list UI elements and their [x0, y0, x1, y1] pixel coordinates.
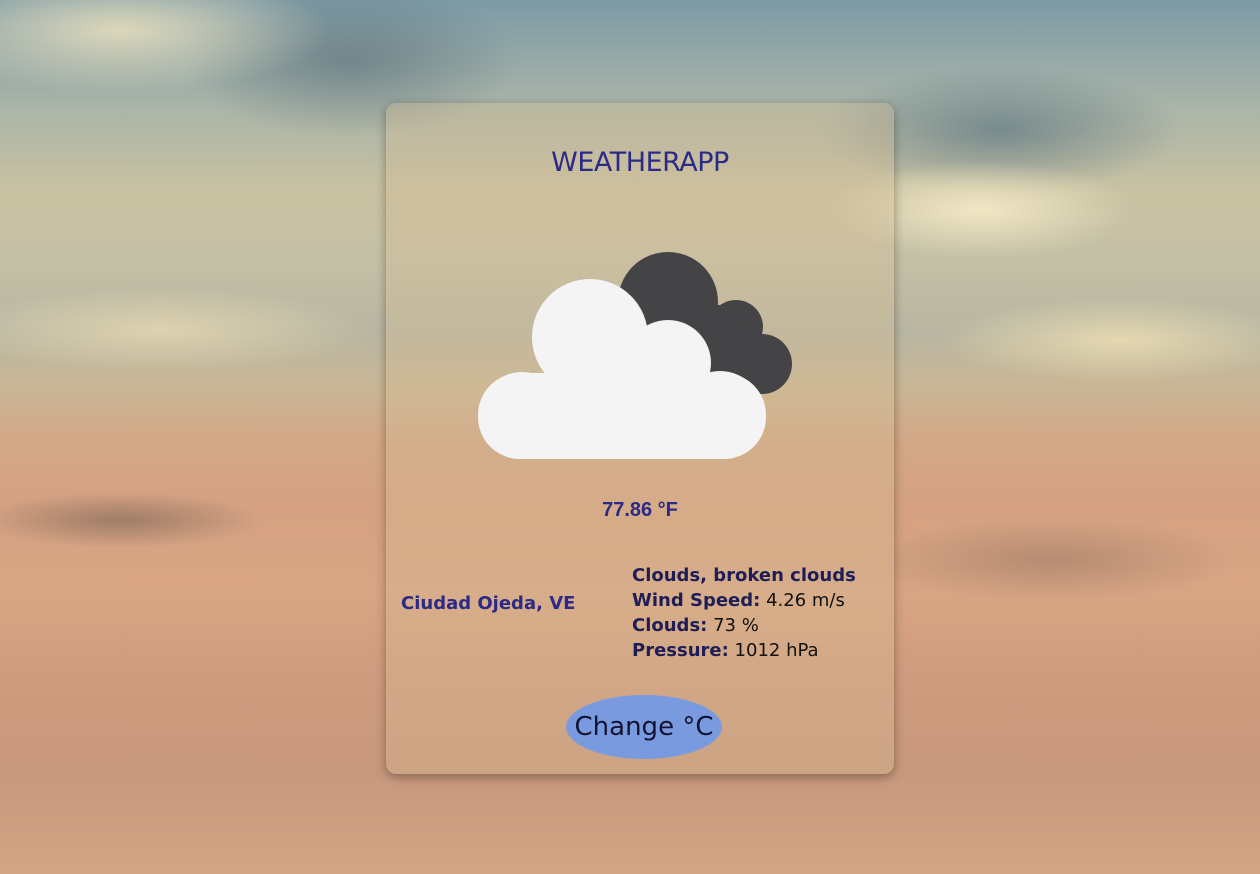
- wind-speed-label: Wind Speed:: [632, 590, 761, 611]
- pressure-value: 1012 hPa: [734, 640, 819, 661]
- clouds-value: 73 %: [713, 615, 759, 636]
- pressure-row: Pressure: 1012 hPa: [632, 638, 856, 663]
- app-title: WEATHERAPP: [551, 147, 729, 178]
- weather-card: WEATHERAPP 77.86 °F Ciudad Ojeda, VE Clo…: [386, 103, 894, 774]
- pressure-label: Pressure:: [632, 640, 729, 661]
- change-unit-button[interactable]: Change °C: [566, 695, 722, 759]
- clouds-label: Clouds:: [632, 615, 708, 636]
- location: Ciudad Ojeda, VE: [401, 593, 576, 614]
- temperature: 77.86 °F: [602, 499, 678, 521]
- broken-clouds-icon: [478, 252, 792, 459]
- weather-description: Clouds, broken clouds: [632, 565, 856, 586]
- wind-speed-row: Wind Speed: 4.26 m/s: [632, 588, 856, 613]
- clouds-row: Clouds: 73 %: [632, 613, 856, 638]
- weather-details: Clouds, broken clouds Wind Speed: 4.26 m…: [632, 563, 856, 663]
- wind-speed-value: 4.26 m/s: [766, 590, 845, 611]
